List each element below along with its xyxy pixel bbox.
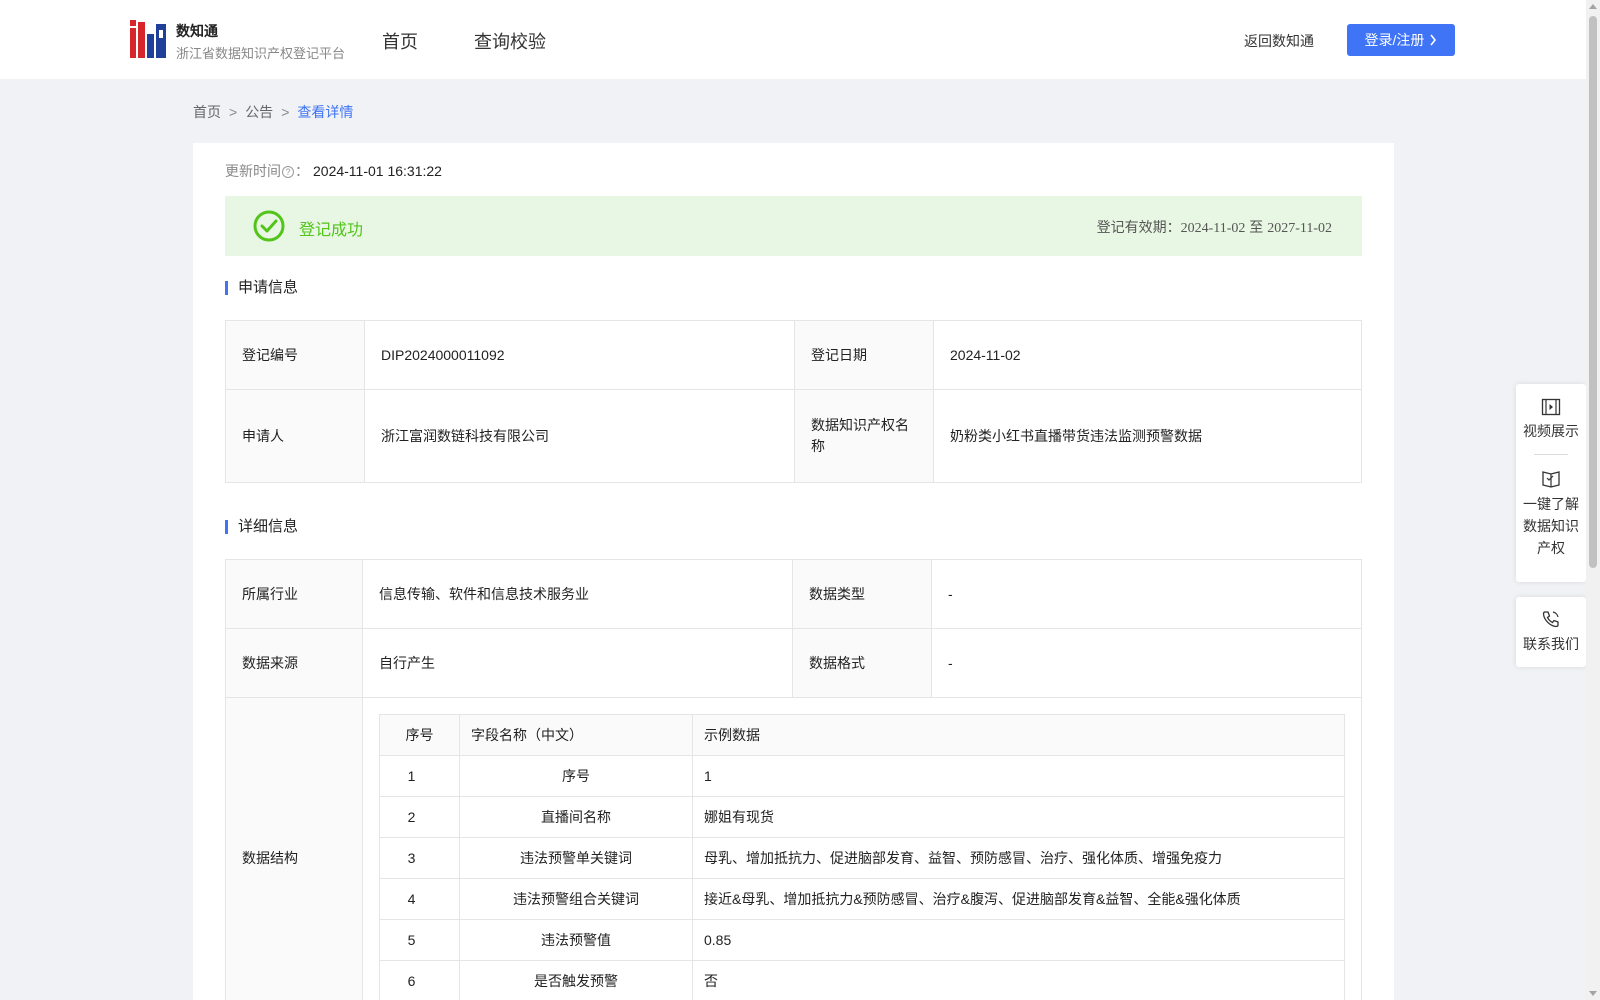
- row-field-name: 违法预警组合关键词: [459, 878, 693, 920]
- row-field-name: 是否触发预警: [459, 960, 693, 1000]
- industry-label: 所属行业: [225, 559, 363, 629]
- top-header: 数知通 浙江省数据知识产权登记平台 首页 查询校验 返回数知通 登录/注册: [0, 0, 1586, 79]
- col-header-example: 示例数据: [692, 714, 1345, 756]
- row-example: 否: [692, 960, 1345, 1000]
- learn-ip-button[interactable]: 一键了解 数据知识 产权: [1516, 469, 1586, 559]
- row-no: 1: [379, 755, 460, 797]
- row-field-name: 直播间名称: [459, 796, 693, 838]
- scrollbar-thumb[interactable]: [1589, 16, 1597, 568]
- data-type-label: 数据类型: [792, 559, 932, 629]
- format-value: -: [931, 628, 1362, 698]
- contact-panel: 联系我们: [1516, 597, 1586, 667]
- update-time: 更新时间?： 2024-11-01 16:31:22: [225, 163, 442, 179]
- applicant-value: 浙江富润数链科技有限公司: [364, 389, 795, 483]
- breadcrumb-notice[interactable]: 公告: [245, 104, 273, 120]
- book-icon: [1542, 471, 1560, 488]
- col-header-no: 序号: [379, 714, 460, 756]
- learn-ip-label: 一键了解 数据知识 产权: [1523, 496, 1579, 556]
- login-register-button[interactable]: 登录/注册: [1347, 24, 1455, 56]
- row-no: 5: [379, 919, 460, 961]
- row-no: 6: [379, 960, 460, 1000]
- status-text: 登记成功: [299, 222, 364, 239]
- table-row: 3 违法预警单关键词 母乳、增加抵抗力、促进脑部发育、益智、预防感冒、治疗、强化…: [379, 837, 1345, 879]
- reg-date-value: 2024-11-02: [933, 320, 1362, 390]
- video-showcase-label: 视频展示: [1523, 423, 1579, 439]
- applicant-label: 申请人: [225, 389, 365, 483]
- row-no: 3: [379, 837, 460, 879]
- brand-name: 数知通: [176, 23, 218, 39]
- apply-info-table: 登记编号 DIP2024000011092 登记日期 2024-11-02 申请…: [225, 320, 1362, 483]
- table-row: 1 序号 1: [379, 755, 1345, 797]
- reg-date-label: 登记日期: [794, 320, 934, 390]
- row-field-name: 违法预警单关键词: [459, 837, 693, 879]
- row-field-name: 序号: [459, 755, 693, 797]
- back-link[interactable]: 返回数知通: [1244, 31, 1314, 51]
- breadcrumb-separator: >: [281, 104, 290, 120]
- structure-cell: 序号 字段名称（中文） 示例数据 1 序号 1 2 直播间名称 娜姐有现货 3 …: [362, 697, 1362, 1000]
- format-label: 数据格式: [792, 628, 932, 698]
- logo-icon[interactable]: [130, 20, 166, 58]
- brand-subtitle: 浙江省数据知识产权登记平台: [176, 46, 346, 61]
- reg-no-value: DIP2024000011092: [364, 320, 795, 390]
- row-example: 娜姐有现货: [692, 796, 1345, 838]
- video-showcase-button[interactable]: 视频展示: [1516, 384, 1586, 442]
- ip-name-value: 奶粉类小红书直播带货违法监测预警数据: [933, 389, 1362, 483]
- table-row: 5 违法预警值 0.85: [379, 919, 1345, 961]
- structure-header-row: 序号 字段名称（中文） 示例数据: [379, 714, 1345, 756]
- table-row: 2 直播间名称 娜姐有现货: [379, 796, 1345, 838]
- detail-card: 更新时间?： 2024-11-01 16:31:22 登记成功 登记有效期：202…: [193, 143, 1394, 1000]
- industry-value: 信息传输、软件和信息技术服务业: [362, 559, 793, 629]
- valid-period: 登记有效期：2024-11-02 至 2027-11-02: [1097, 217, 1332, 237]
- col-header-name: 字段名称（中文）: [459, 714, 693, 756]
- detail-info-table: 所属行业 信息传输、软件和信息技术服务业 数据类型 - 数据来源 自行产生 数据…: [225, 559, 1362, 1000]
- status-banner: 登记成功 登记有效期：2024-11-02 至 2027-11-02: [225, 196, 1362, 256]
- scroll-down-arrow-icon[interactable]: [1589, 991, 1597, 996]
- section-title-apply: 申请信息: [225, 280, 298, 295]
- breadcrumb: 首页 > 公告 > 查看详情: [193, 102, 353, 122]
- video-icon: [1541, 398, 1561, 416]
- phone-icon: [1542, 611, 1559, 628]
- sidebar-divider: [1534, 454, 1568, 455]
- check-circle-icon: [253, 210, 285, 242]
- row-example: 接近&母乳、增加抵抗力&预防感冒、治疗&腹泻、促进脑部发育&益智、全能&强化体质: [692, 878, 1345, 920]
- reg-no-label: 登记编号: [225, 320, 365, 390]
- page-scrollbar[interactable]: [1586, 0, 1600, 1000]
- table-row: 4 违法预警组合关键词 接近&母乳、增加抵抗力&预防感冒、治疗&腹泻、促进脑部发…: [379, 878, 1345, 920]
- scroll-up-arrow-icon[interactable]: [1589, 4, 1597, 9]
- ip-name-label: 数据知识产权名称: [794, 389, 934, 483]
- valid-to: 至: [1245, 219, 1268, 235]
- table-row: 6 是否触发预警 否: [379, 960, 1345, 1000]
- valid-end: 2027-11-02: [1267, 221, 1332, 236]
- data-type-value: -: [931, 559, 1362, 629]
- structure-label: 数据结构: [225, 697, 363, 1000]
- row-example: 1: [692, 755, 1345, 797]
- source-value: 自行产生: [362, 628, 793, 698]
- update-time-value: 2024-11-01 16:31:22: [313, 163, 442, 179]
- contact-us-button[interactable]: 联系我们: [1516, 597, 1586, 655]
- nav-query-verify[interactable]: 查询校验: [474, 28, 546, 54]
- row-example: 母乳、增加抵抗力、促进脑部发育、益智、预防感冒、治疗、强化体质、增强免疫力: [692, 837, 1345, 879]
- update-time-label: 更新时间: [225, 163, 281, 179]
- source-label: 数据来源: [225, 628, 363, 698]
- login-button-label: 登录/注册: [1364, 32, 1425, 48]
- contact-us-label: 联系我们: [1523, 636, 1579, 652]
- nav-home[interactable]: 首页: [382, 28, 418, 54]
- floating-sidebar: 视频展示 一键了解 数据知识 产权: [1516, 384, 1586, 582]
- row-example: 0.85: [692, 919, 1345, 961]
- row-field-name: 违法预警值: [459, 919, 693, 961]
- breadcrumb-separator: >: [229, 104, 238, 120]
- valid-start: 2024-11-02: [1180, 221, 1246, 236]
- section-title-detail: 详细信息: [225, 519, 298, 534]
- row-no: 2: [379, 796, 460, 838]
- question-circle-icon[interactable]: ?: [282, 166, 294, 178]
- chevron-right-icon: [1430, 34, 1437, 46]
- row-no: 4: [379, 878, 460, 920]
- structure-table: 序号 字段名称（中文） 示例数据 1 序号 1 2 直播间名称 娜姐有现货 3 …: [379, 714, 1345, 1000]
- valid-period-label: 登记有效期：: [1096, 219, 1181, 235]
- breadcrumb-home[interactable]: 首页: [193, 104, 221, 120]
- breadcrumb-current: 查看详情: [297, 104, 354, 120]
